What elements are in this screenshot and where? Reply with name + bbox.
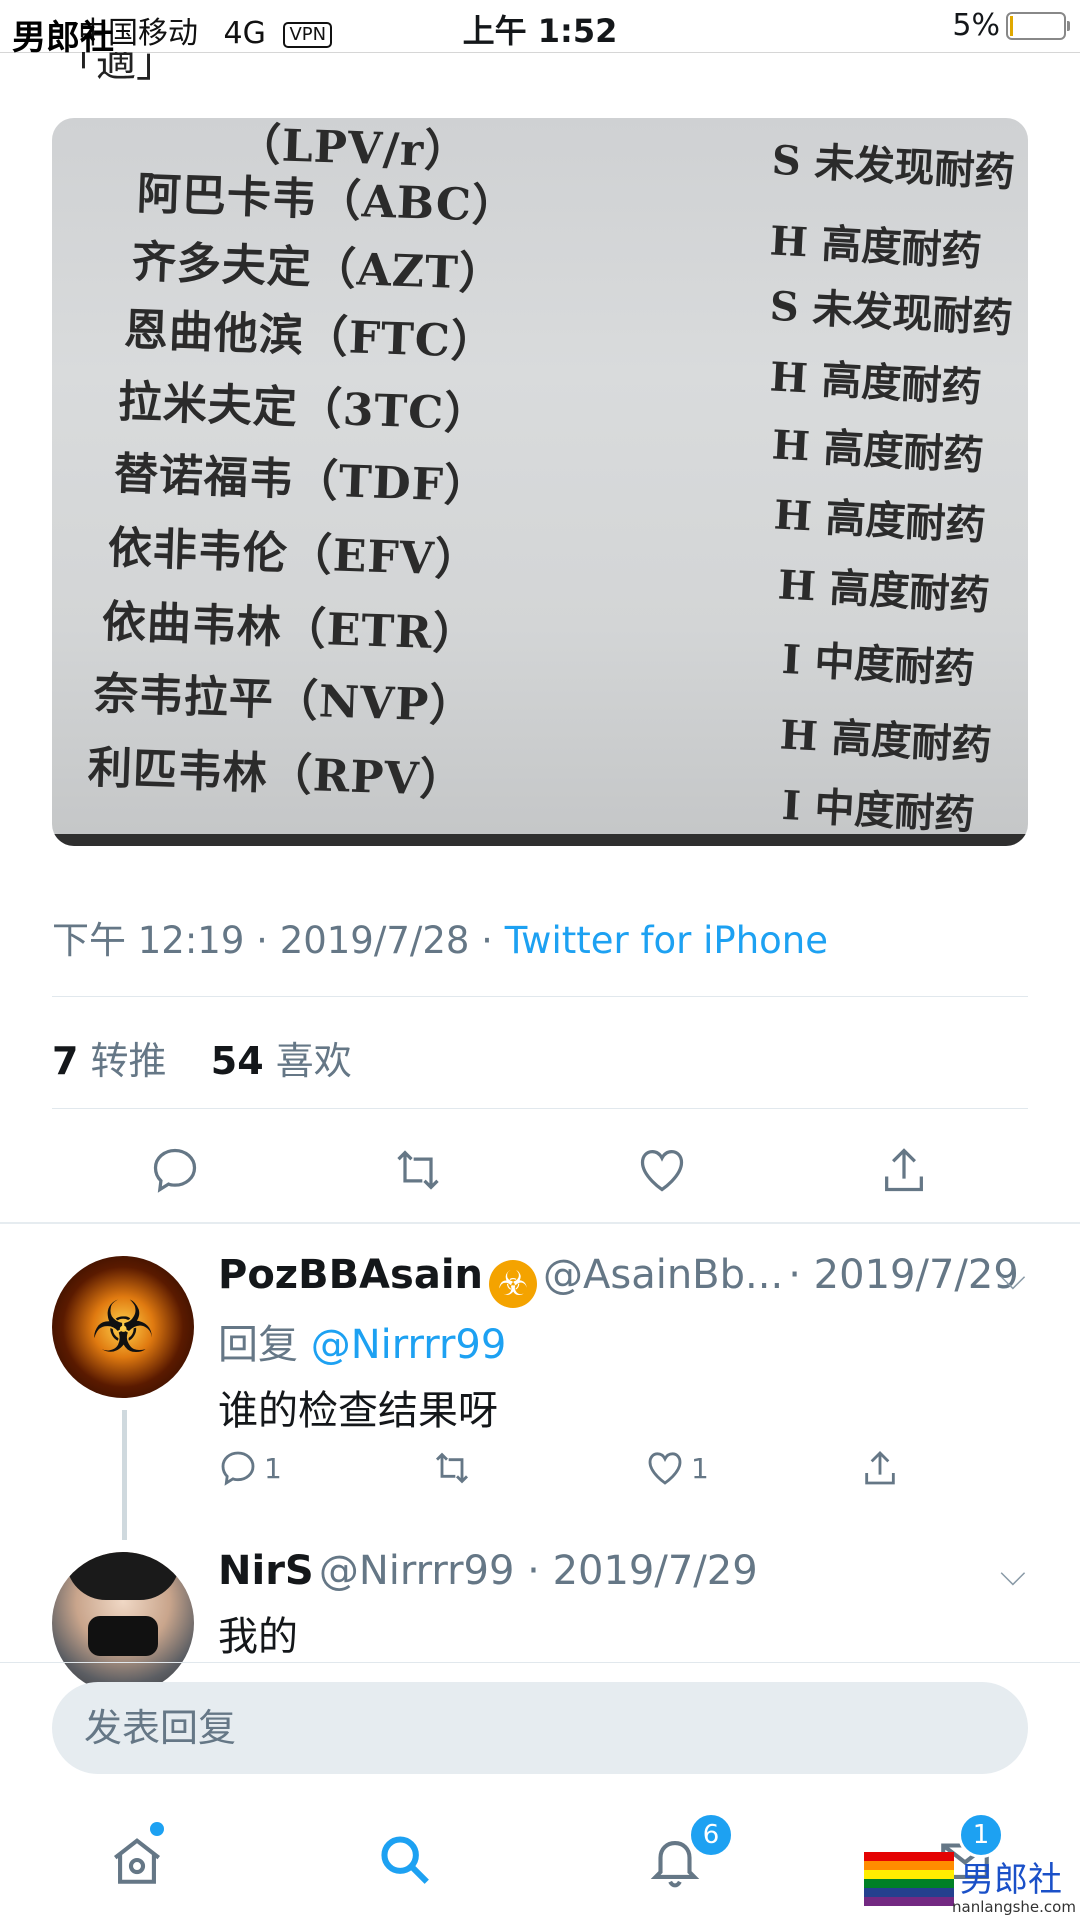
meta-separator: · — [481, 919, 493, 962]
resistance-result: S 未发现耐药 — [770, 136, 1016, 197]
reply-action-reply[interactable]: 1 — [218, 1448, 282, 1488]
share-icon — [885, 1148, 923, 1192]
resistance-result: I 中度耐药 — [780, 781, 976, 840]
drug-name: 拉米夫定（3TC） — [117, 376, 491, 441]
divider — [52, 1108, 1028, 1109]
avatar[interactable]: ☣ — [52, 1256, 194, 1398]
biohazard-icon: ☣ — [90, 1285, 156, 1369]
battery-percent: 5% — [952, 8, 1000, 43]
user-name[interactable]: NirS — [218, 1548, 314, 1594]
drug-name: 齐多夫定（AZT） — [131, 236, 505, 301]
drug-name: 替诺福韦（TDF） — [113, 448, 490, 513]
tweet-time: 下午 12:19 — [52, 919, 245, 962]
likes-stat[interactable]: 54 喜欢 — [211, 1039, 352, 1083]
home-icon — [113, 1838, 161, 1884]
user-handle[interactable]: @AsainBb... — [543, 1252, 783, 1298]
reply-count: 1 — [264, 1451, 282, 1485]
reply-text: 我的 — [218, 1614, 298, 1660]
drug-name: 依非韦伦（EFV） — [107, 522, 481, 587]
notifications-badge: 6 — [688, 1812, 734, 1858]
share-icon — [865, 1450, 895, 1485]
tweet-date: 2019/7/28 — [279, 919, 470, 962]
composer-divider — [0, 1662, 1080, 1663]
reply-header: NirS @Nirrrr99 · 2019/7/29 — [218, 1548, 1008, 1594]
reply-to-line: 回复 @Nirrrr99 — [218, 1312, 506, 1370]
battery-status: 5% — [952, 8, 1070, 43]
home-new-dot — [150, 1822, 164, 1836]
like-button[interactable] — [632, 1140, 692, 1200]
heart-icon — [640, 1149, 684, 1192]
clock: 上午 1:52 — [462, 12, 618, 50]
tweet-source-link[interactable]: Twitter for iPhone — [505, 919, 828, 962]
user-name[interactable]: PozBBAsain — [218, 1252, 483, 1298]
tweet-meta: 下午 12:19 · 2019/7/28 · Twitter for iPhon… — [52, 910, 828, 964]
logo-text: 男郎社 — [960, 1860, 1062, 1900]
resistance-result: H 高度耐药 — [778, 711, 993, 770]
tweet-stats: 7 转推 54 喜欢 — [52, 1030, 352, 1085]
reply-action-retweet[interactable] — [430, 1448, 474, 1492]
reply-input[interactable] — [52, 1682, 1028, 1774]
retweet-icon — [397, 1150, 439, 1190]
reply-prefix: 回复 — [218, 1322, 298, 1368]
resistance-result: H 高度耐药 — [772, 491, 987, 550]
divider — [52, 996, 1028, 997]
tab-search[interactable] — [360, 1815, 450, 1905]
drug-name: 利匹韦林（RPV） — [87, 742, 466, 807]
drug-name: 依曲韦林（ETR） — [101, 596, 479, 661]
retweet-button[interactable] — [388, 1140, 448, 1200]
reply-to-link[interactable]: @Nirrrr99 — [311, 1322, 507, 1368]
status-bar: 中国移动 4G VPN 男郎社 上午 1:52 5% — [0, 0, 1080, 58]
avatar[interactable] — [52, 1552, 194, 1694]
rainbow-logo — [864, 1852, 954, 1906]
thread-line — [122, 1410, 127, 1540]
tweet-photo[interactable]: （LPV/r） S 未发现耐药 阿巴卡韦（ABC） 齐多夫定（AZT） H 高度… — [52, 118, 1028, 846]
retweets-stat[interactable]: 7 转推 — [52, 1039, 167, 1083]
meta-separator: · — [256, 919, 268, 962]
retweet-count: 7 — [52, 1039, 79, 1083]
resistance-result: H 高度耐药 — [768, 217, 983, 276]
reply-button[interactable] — [145, 1140, 205, 1200]
chevron-down-icon[interactable]: ⌵ — [1000, 1554, 1026, 1594]
retweet-label: 转推 — [90, 1039, 167, 1083]
search-icon — [381, 1836, 429, 1884]
photo-edge — [52, 834, 1028, 846]
like-count: 1 — [691, 1451, 709, 1485]
battery-icon — [1006, 11, 1070, 40]
reply-action-share[interactable] — [860, 1448, 900, 1492]
resistance-result: H 高度耐药 — [768, 353, 983, 412]
chevron-down-icon[interactable]: ⌵ — [1000, 1258, 1026, 1298]
reply-composer[interactable] — [52, 1682, 1028, 1774]
resistance-result: S 未发现耐药 — [768, 282, 1014, 343]
share-button[interactable] — [874, 1140, 934, 1200]
section-divider — [0, 1222, 1080, 1224]
logo-url: nanlangshe.com — [952, 1898, 1076, 1916]
reply-icon — [221, 1451, 255, 1486]
drug-name: 阿巴卡韦（ABC） — [136, 168, 518, 233]
like-label: 喜欢 — [275, 1039, 352, 1083]
resistance-result: I 中度耐药 — [780, 635, 976, 694]
drug-name: 恩曲他滨（FTC） — [123, 304, 497, 369]
like-count: 54 — [210, 1039, 264, 1083]
user-handle[interactable]: @Nirrrr99 · 2019/7/29 — [319, 1548, 758, 1594]
heart-icon — [648, 1452, 682, 1485]
reply-date: · 2019/7/29 — [788, 1252, 1019, 1298]
retweet-icon — [435, 1452, 469, 1484]
resistance-result: H 高度耐药 — [770, 421, 985, 480]
drug-name: 奈韦拉平（NVP） — [93, 668, 476, 733]
reply-header: PozBBAsain ☣ @AsainBb... · 2019/7/29 — [218, 1252, 1028, 1308]
reply-text: 谁的检查结果呀 — [218, 1388, 498, 1434]
tab-home[interactable] — [92, 1815, 182, 1905]
reply-icon — [153, 1148, 197, 1193]
badge-icon: ☣ — [489, 1259, 537, 1308]
reply-action-like[interactable]: 1 — [645, 1448, 709, 1488]
resistance-result: H 高度耐药 — [776, 561, 991, 620]
